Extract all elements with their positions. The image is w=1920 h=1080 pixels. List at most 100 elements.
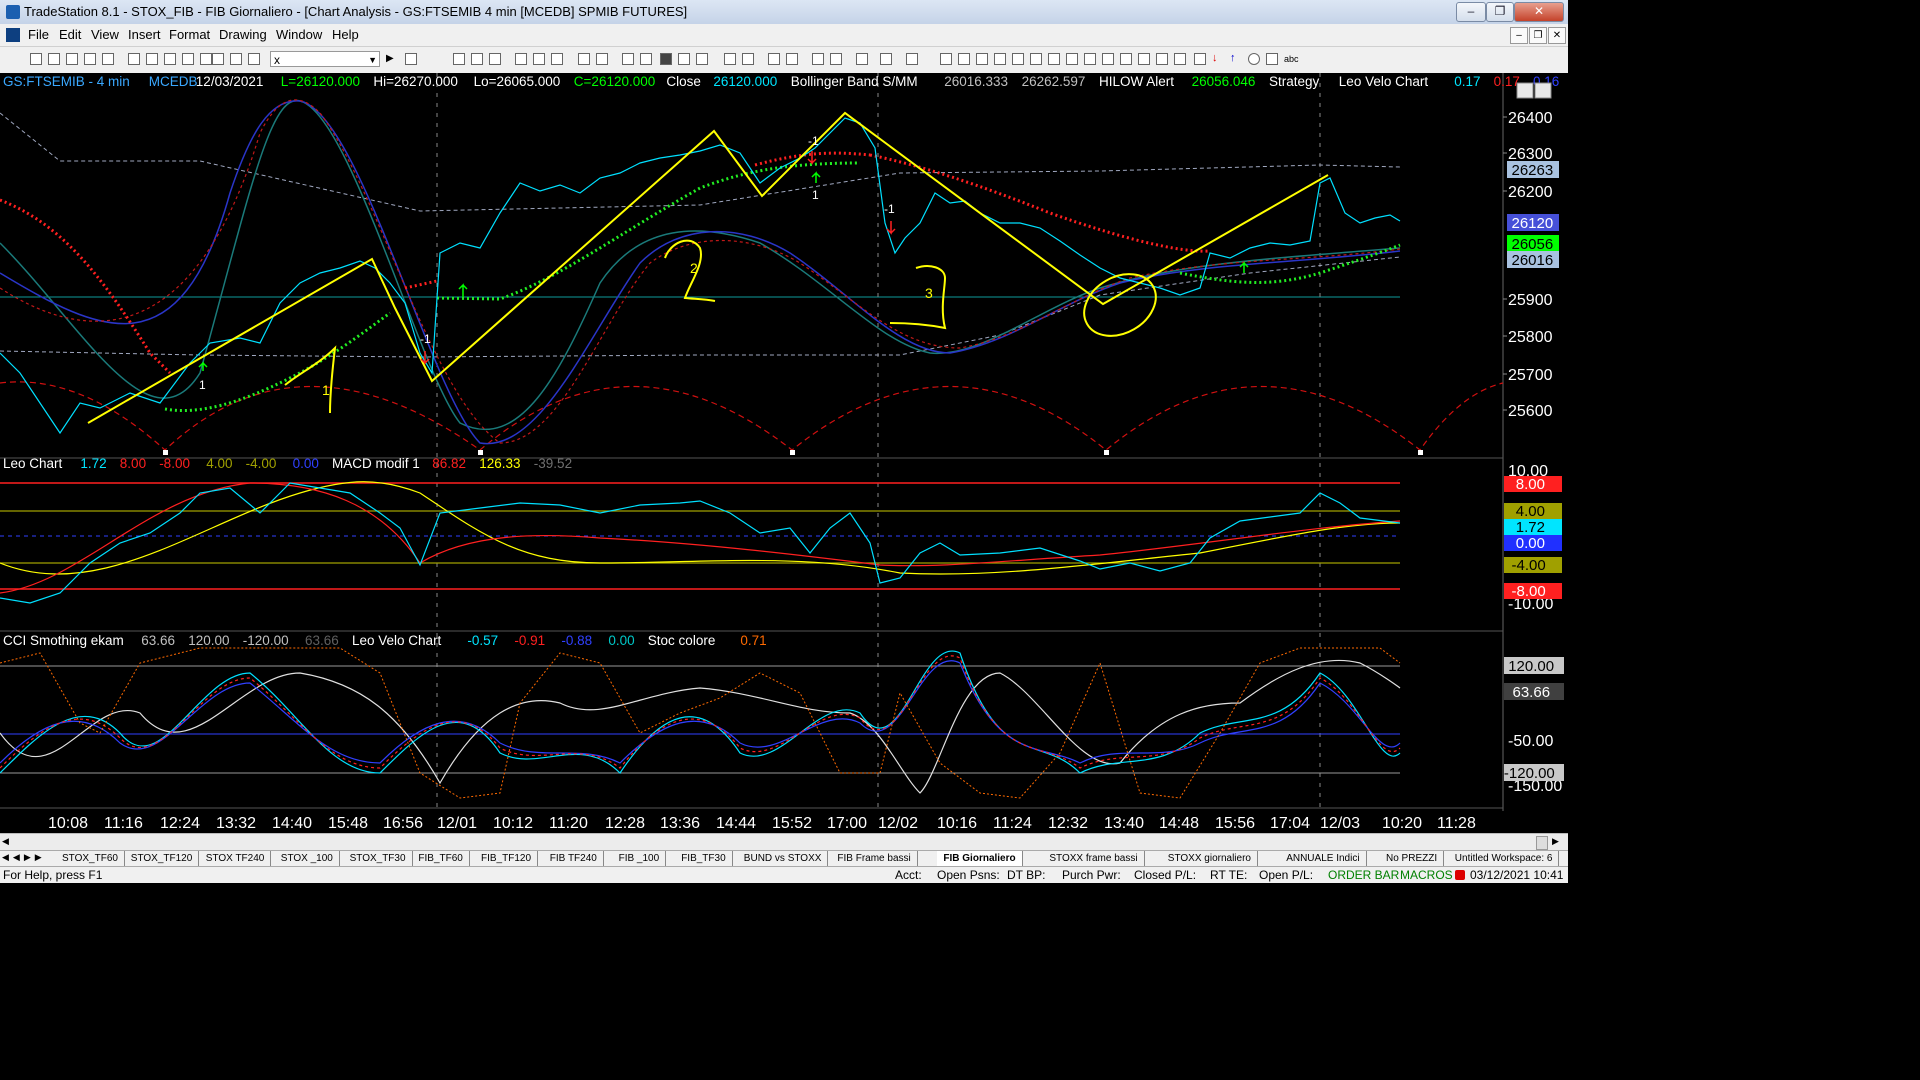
line-chart-icon[interactable] — [551, 53, 563, 65]
ellipse-icon[interactable] — [1248, 53, 1260, 65]
cut-icon[interactable] — [164, 53, 176, 65]
copy-icon[interactable] — [182, 53, 194, 65]
print-preview-icon[interactable] — [146, 53, 158, 65]
menu-insert[interactable]: Insert — [128, 27, 161, 42]
save-icon[interactable] — [66, 53, 78, 65]
workspace-tab[interactable]: No PREZZI — [1380, 851, 1445, 866]
menu-view[interactable]: View — [91, 27, 119, 42]
crosshair-icon[interactable] — [830, 53, 842, 65]
alert-icon[interactable] — [906, 53, 918, 65]
workspace-tab[interactable]: FIB_TF60 — [412, 851, 470, 866]
horizontal-line-icon[interactable] — [976, 53, 988, 65]
lock-icon[interactable] — [212, 53, 224, 65]
paste-icon[interactable] — [200, 53, 212, 65]
menu-help[interactable]: Help — [332, 27, 359, 42]
pointer-icon[interactable] — [812, 53, 824, 65]
close-button[interactable]: ✕ — [1514, 2, 1564, 22]
workspace-tab[interactable]: FIB_TF30 — [675, 851, 733, 866]
mdi-minimize-button[interactable]: – — [1510, 27, 1528, 44]
horizontal-scrollbar[interactable]: ◀ ▶ — [0, 833, 1568, 851]
scroll-thumb[interactable] — [1536, 836, 1548, 850]
trendline-icon[interactable] — [940, 53, 952, 65]
workspace-tab[interactable]: STOX TF240 — [200, 851, 272, 866]
grid-icon[interactable] — [622, 53, 634, 65]
analysis-icon[interactable] — [640, 53, 652, 65]
globe-icon[interactable] — [248, 53, 260, 65]
bar-type-icon[interactable] — [515, 53, 527, 65]
pen-icon[interactable] — [1174, 53, 1186, 65]
menu-drawing[interactable]: Drawing — [219, 27, 267, 42]
format-icon[interactable] — [453, 53, 465, 65]
ellipse-tool-icon[interactable] — [1102, 53, 1114, 65]
settings-icon[interactable] — [880, 53, 892, 65]
menu-window[interactable]: Window — [276, 27, 322, 42]
black-bg-icon[interactable] — [660, 53, 672, 65]
scroll-right-icon[interactable]: ▶ — [1552, 836, 1564, 848]
chart-icon[interactable] — [230, 53, 242, 65]
search-icon[interactable] — [405, 53, 417, 65]
tab-navigation-icon[interactable]: ◀◀▶▶ — [2, 852, 46, 863]
arrow-up-icon[interactable]: ↑ — [1230, 53, 1242, 65]
scroll-left-icon[interactable]: ◀ — [2, 836, 14, 848]
channel-icon[interactable] — [1012, 53, 1024, 65]
arrow-both-icon[interactable] — [1120, 53, 1132, 65]
arc-icon[interactable] — [1194, 53, 1206, 65]
maximize-button[interactable]: ❐ — [1486, 2, 1514, 22]
insert-strategy-icon[interactable] — [489, 53, 501, 65]
panel-restore-button[interactable] — [1534, 82, 1552, 99]
workspace-tab[interactable]: FIB Frame bassi — [831, 851, 918, 866]
bar-compress-icon[interactable] — [742, 53, 754, 65]
chevron-down-icon[interactable]: ▼ — [368, 52, 377, 68]
workspace-tab[interactable]: STOXX frame bassi — [1043, 851, 1145, 866]
zoom-in-icon[interactable] — [768, 53, 780, 65]
mdi-restore-button[interactable]: ❐ — [1529, 27, 1547, 44]
workspace-tab[interactable]: FIB_TF120 — [475, 851, 539, 866]
chart-analysis-window[interactable]: 1 2 3 1 -1 -1 1 -1 GS:FTSEMIB - 4 min MCE… — [0, 73, 1599, 833]
bar-spacing-icon[interactable] — [724, 53, 736, 65]
workspace-tab[interactable]: STOX _100 — [275, 851, 340, 866]
menu-format[interactable]: Format — [169, 27, 210, 42]
chart-canvas[interactable]: 1 2 3 1 -1 -1 1 -1 GS:FTSEMIB - 4 min MCE… — [0, 73, 1599, 833]
refresh-icon[interactable] — [596, 53, 608, 65]
parallel-icon[interactable] — [1138, 53, 1150, 65]
data-window-icon[interactable] — [578, 53, 590, 65]
regression-icon[interactable] — [1084, 53, 1096, 65]
volume-icon[interactable] — [696, 53, 708, 65]
workspace-tab[interactable]: STOX_TF30 — [344, 851, 413, 866]
text-tool-icon[interactable]: abc — [1284, 53, 1302, 65]
candle-icon[interactable] — [533, 53, 545, 65]
order-bar-indicator[interactable]: ORDER BAR — [1328, 868, 1399, 882]
new-icon[interactable] — [30, 53, 42, 65]
macros-indicator[interactable]: MACROS — [1400, 868, 1453, 882]
wave-icon[interactable] — [1156, 53, 1168, 65]
workspace-tab[interactable]: FIB Giornaliero — [937, 851, 1023, 866]
andrews-icon[interactable] — [1066, 53, 1078, 65]
insert-indicator-icon[interactable] — [471, 53, 483, 65]
symbol-input[interactable]: x ▼ — [270, 51, 380, 67]
workspace-tab[interactable]: STOX_TF60 — [56, 851, 125, 866]
open-icon[interactable] — [48, 53, 60, 65]
rectangle-icon[interactable] — [1266, 53, 1278, 65]
workspace-tab[interactable]: BUND vs STOXX — [738, 851, 829, 866]
print-icon[interactable] — [128, 53, 140, 65]
speed-lines-icon[interactable] — [1030, 53, 1042, 65]
minimize-button[interactable]: – — [1456, 2, 1486, 22]
workspace-tab[interactable]: FIB TF240 — [544, 851, 604, 866]
workspace-tab[interactable]: FIB _100 — [613, 851, 667, 866]
workspace-tab[interactable]: Untitled Workspace: 6 — [1449, 851, 1560, 866]
panel-minimize-button[interactable] — [1516, 82, 1534, 99]
fib-icon[interactable] — [994, 53, 1006, 65]
workspace-tab[interactable]: ANNUALE Indici — [1280, 851, 1367, 866]
menu-file[interactable]: File — [28, 27, 49, 42]
bar-chart-icon[interactable] — [678, 53, 690, 65]
menu-edit[interactable]: Edit — [59, 27, 81, 42]
gann-icon[interactable] — [1048, 53, 1060, 65]
arrow-down-icon[interactable]: ↓ — [1212, 53, 1224, 65]
tools-icon[interactable] — [856, 53, 868, 65]
new-workspace-icon[interactable] — [84, 53, 96, 65]
zoom-out-icon[interactable] — [786, 53, 798, 65]
mdi-close-button[interactable]: ✕ — [1548, 27, 1566, 44]
vertical-line-icon[interactable] — [958, 53, 970, 65]
workspace-tab[interactable]: STOX_TF120 — [125, 851, 200, 866]
workspace-tab[interactable]: STOXX giornaliero — [1162, 851, 1258, 866]
